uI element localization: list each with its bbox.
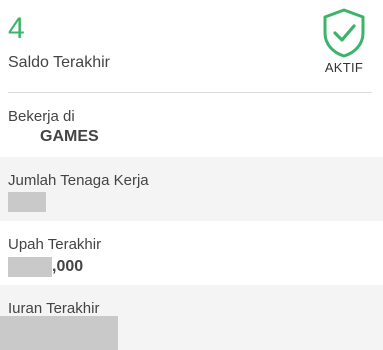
contribution-label: Iuran Terakhir [8,300,100,317]
workplace-label: Bekerja di [8,108,75,125]
status-label: AKTIF [324,60,364,75]
status-indicator: AKTIF [321,8,367,75]
workforce-label: Jumlah Tenaga Kerja [8,172,149,189]
contribution-row: Iuran Terakhir [0,285,383,350]
summary-header: 4 Saldo Terakhir AKTIF [0,0,383,92]
balance-label: Saldo Terakhir [8,54,110,71]
redacted-wage-value [8,257,52,277]
wage-label: Upah Terakhir [8,236,102,253]
balance-value: 4 [8,12,25,45]
redacted-workforce-value [8,192,46,212]
wage-row: Upah Terakhir ,000 [0,221,383,285]
workforce-row: Jumlah Tenaga Kerja [0,157,383,221]
shield-check-icon [323,8,365,58]
wage-value-suffix: ,000 [52,258,84,275]
redacted-contribution-value [0,316,118,350]
workplace-value: GAMES [40,128,99,145]
workplace-row: Bekerja di GAMES [0,93,383,157]
